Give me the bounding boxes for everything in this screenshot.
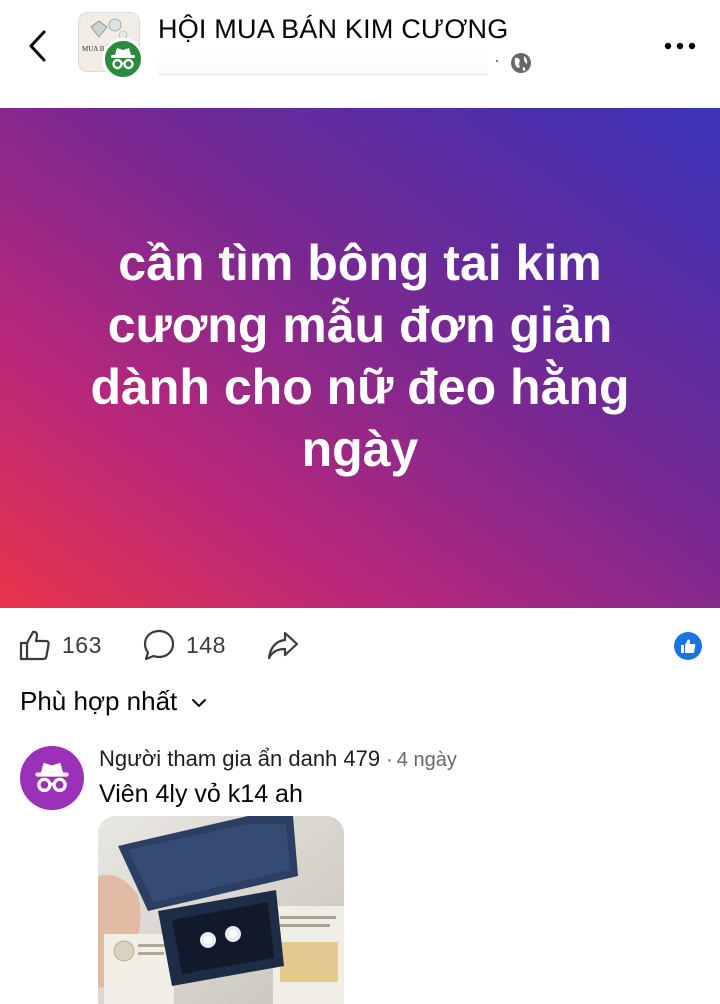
comment-button[interactable]: 148 <box>142 628 226 662</box>
group-name[interactable]: HỘI MUA BÁN KIM CƯƠNG <box>158 14 508 45</box>
comment-timestamp[interactable]: 4 ngày <box>397 749 457 771</box>
meta-separator: · <box>494 50 500 70</box>
comment-photo[interactable] <box>98 816 344 1004</box>
back-button[interactable] <box>22 28 56 64</box>
post-background-banner: cần tìm bông tai kim cương mẫu đơn giản … <box>0 108 720 608</box>
globe-icon <box>511 53 531 73</box>
comment-author-name[interactable]: Người tham gia ẩn danh 479 <box>99 746 380 771</box>
anonymous-badge <box>102 38 144 80</box>
comment-separator: · <box>386 749 393 771</box>
thumbs-up-icon <box>19 630 50 661</box>
comment-sort-dropdown[interactable]: Phù hợp nhất <box>20 686 207 717</box>
more-options-button[interactable] <box>662 36 698 56</box>
like-count: 163 <box>62 631 102 658</box>
like-reaction-icon <box>681 639 696 653</box>
comment-avatar[interactable] <box>20 746 84 810</box>
post-header: MUA BÁ HỘI MUA BÁN KIM CƯƠNG · <box>0 0 720 100</box>
chevron-left-icon <box>29 30 46 62</box>
comment-text: Viên 4ly vỏ k14 ah <box>99 780 303 808</box>
more-horizontal-icon <box>664 42 696 50</box>
author-line <box>158 52 488 75</box>
earring-box-photo <box>98 816 344 1004</box>
incognito-icon <box>35 762 69 793</box>
post-text: cần tìm bông tai kim cương mẫu đơn giản … <box>90 235 630 477</box>
share-button[interactable] <box>266 628 300 662</box>
comment-header: Người tham gia ẩn danh 479 · 4 ngày <box>99 746 457 772</box>
share-arrow-icon <box>267 631 299 660</box>
post-action-bar: 163 148 <box>0 618 720 674</box>
like-reaction-badge[interactable] <box>674 632 702 660</box>
comment-bubble-icon <box>143 629 175 661</box>
comment-count: 148 <box>186 631 226 658</box>
chevron-down-icon <box>192 698 207 707</box>
sort-label: Phù hợp nhất <box>20 686 178 716</box>
incognito-icon <box>111 48 135 70</box>
like-button[interactable]: 163 <box>18 628 102 662</box>
